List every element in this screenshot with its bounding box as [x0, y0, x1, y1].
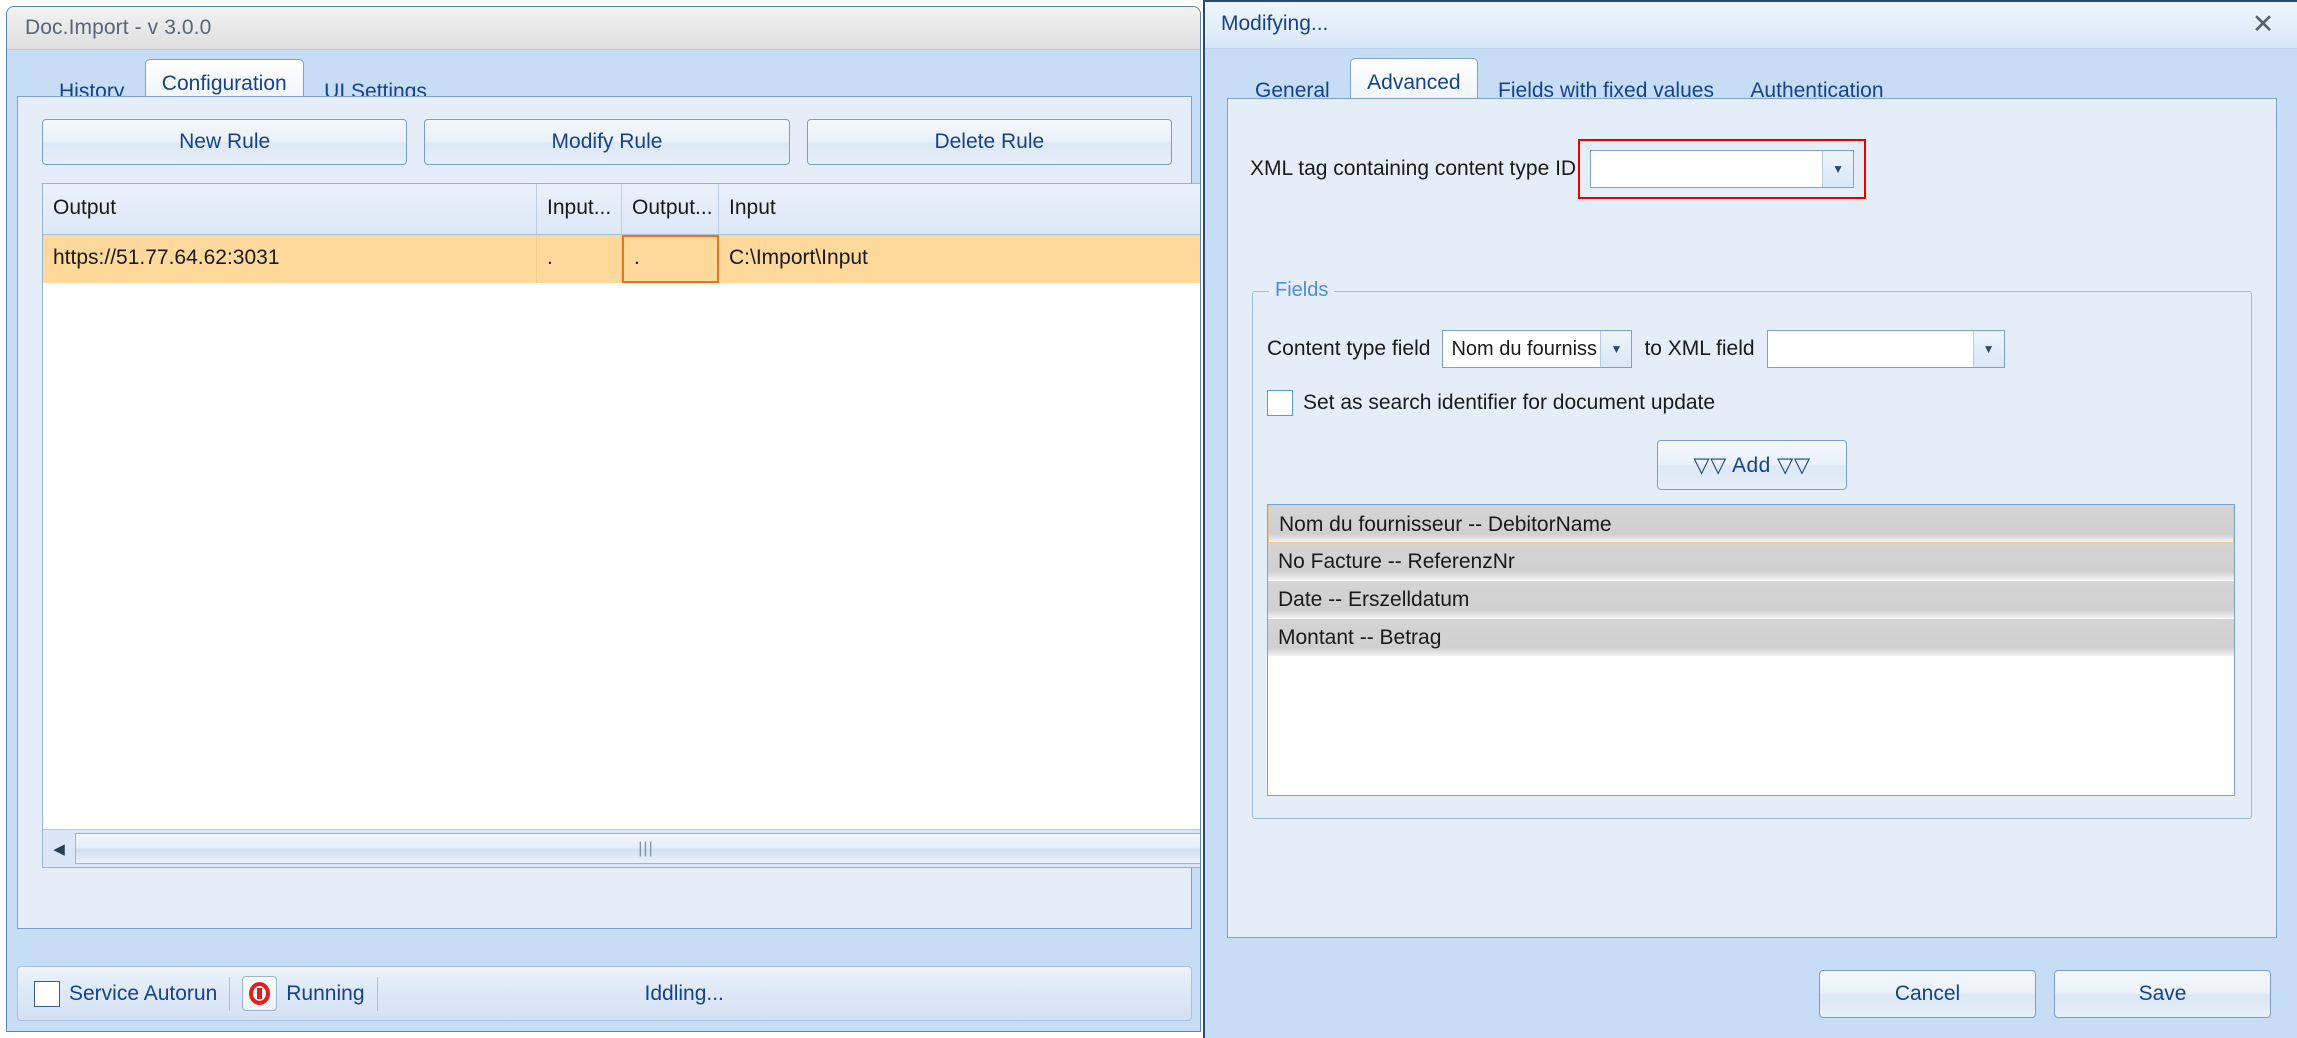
stop-icon-bar	[257, 988, 263, 999]
dialog-title: Modifying...	[1221, 12, 1329, 35]
delete-rule-button[interactable]: Delete Rule	[806, 119, 1172, 165]
xml-tag-highlight-box: ▼	[1578, 139, 1867, 199]
xml-tag-row: XML tag containing content type ID ▼	[1250, 139, 1867, 199]
status-message: Iddling...	[644, 981, 724, 1005]
modify-rule-button[interactable]: Modify Rule	[424, 119, 790, 165]
add-mapping-button[interactable]: ▽▽ Add ▽▽	[1657, 440, 1847, 490]
cell-input-short[interactable]: .	[537, 235, 622, 283]
modify-dialog: Modifying... ✕ General Advanced Fields w…	[1203, 0, 2297, 1038]
list-item[interactable]: Date -- Erszelldatum	[1268, 581, 2234, 619]
stop-icon-ring	[249, 982, 271, 1005]
close-icon[interactable]: ✕	[2245, 6, 2281, 42]
scrollbar-grip-icon: |||	[638, 839, 654, 857]
to-xml-field-combobox[interactable]: ▼	[1766, 330, 2005, 368]
content-type-field-combobox[interactable]: Nom du fourniss ▼	[1442, 330, 1633, 368]
service-state-label: Running	[286, 981, 365, 1005]
dialog-titlebar: Modifying... ✕	[1205, 2, 2297, 49]
grid-header-row: Output Input... Output... Input	[43, 184, 1200, 235]
rules-grid[interactable]: Output Input... Output... Input https://…	[42, 183, 1200, 868]
content-type-field-row: Content type field Nom du fourniss ▼ to …	[1267, 330, 2005, 368]
search-identifier-label: Set as search identifier for document up…	[1303, 391, 1716, 414]
content-type-field-label: Content type field	[1267, 337, 1431, 360]
fields-group-label: Fields	[1269, 279, 1335, 302]
grid-col-input-short[interactable]: Input...	[537, 184, 622, 234]
service-autorun-checkbox[interactable]	[34, 980, 60, 1007]
cell-output[interactable]: https://51.77.64.62:3031	[43, 235, 537, 283]
grid-col-input[interactable]: Input	[719, 184, 1200, 234]
cell-input[interactable]: C:\Import\Input	[719, 235, 1200, 283]
rule-button-bar: New Rule Modify Rule Delete Rule	[42, 119, 1172, 165]
configuration-tab-page: New Rule Modify Rule Delete Rule Output …	[17, 96, 1200, 929]
grid-col-output-short[interactable]: Output...	[622, 184, 719, 234]
search-identifier-row: Set as search identifier for document up…	[1267, 390, 1715, 416]
xml-tag-label: XML tag containing content type ID	[1250, 157, 1577, 180]
fields-group-box: Fields Content type field Nom du fournis…	[1252, 279, 2252, 819]
search-identifier-checkbox[interactable]	[1267, 390, 1293, 416]
scrollbar-track[interactable]: |||	[75, 833, 1200, 864]
list-item[interactable]: Nom du fournisseur -- DebitorName	[1268, 505, 2234, 543]
main-tab-strip: History Configuration UI Settings	[7, 50, 1200, 111]
dialog-button-bar: Cancel Save	[1819, 970, 2271, 1018]
cancel-button[interactable]: Cancel	[1819, 970, 2036, 1018]
chevron-down-icon[interactable]: ▼	[1822, 151, 1854, 187]
scrollbar-thumb[interactable]: |||	[76, 834, 1200, 863]
content-type-field-value: Nom du fourniss	[1451, 337, 1598, 360]
chevron-down-icon[interactable]: ▼	[1600, 331, 1632, 367]
chevron-down-icon[interactable]: ▼	[1972, 331, 2004, 367]
status-separator-2	[376, 976, 378, 1011]
status-bar: Service Autorun Running Iddling...	[17, 966, 1192, 1021]
table-row[interactable]: https://51.77.64.62:3031 . . C:\Import\I…	[43, 235, 1200, 283]
to-xml-field-label: to XML field	[1644, 337, 1755, 360]
grid-col-output[interactable]: Output	[43, 184, 537, 234]
cell-output-short-selected[interactable]: .	[622, 235, 719, 283]
grid-horizontal-scrollbar[interactable]: ◀ |||	[43, 829, 1200, 867]
xml-tag-combobox[interactable]: ▼	[1590, 150, 1855, 188]
new-rule-button[interactable]: New Rule	[42, 119, 408, 165]
main-window-titlebar: Doc.Import - v 3.0.0	[7, 7, 1200, 50]
advanced-tab-page: XML tag containing content type ID ▼ Fie…	[1227, 98, 2277, 938]
dialog-tab-strip: General Advanced Fields with fixed value…	[1205, 49, 2297, 110]
stop-icon[interactable]	[242, 976, 278, 1011]
scroll-left-arrow-icon[interactable]: ◀	[43, 831, 75, 866]
main-window: Doc.Import - v 3.0.0 History Configurati…	[6, 6, 1201, 1032]
list-item[interactable]: No Facture -- ReferenzNr	[1268, 543, 2234, 581]
main-window-title: Doc.Import - v 3.0.0	[25, 16, 212, 39]
save-button[interactable]: Save	[2054, 970, 2271, 1018]
service-autorun-label: Service Autorun	[69, 981, 218, 1005]
status-separator-1	[229, 976, 231, 1011]
field-mapping-list[interactable]: Nom du fournisseur -- DebitorName No Fac…	[1267, 504, 2235, 796]
list-item[interactable]: Montant -- Betrag	[1268, 619, 2234, 657]
